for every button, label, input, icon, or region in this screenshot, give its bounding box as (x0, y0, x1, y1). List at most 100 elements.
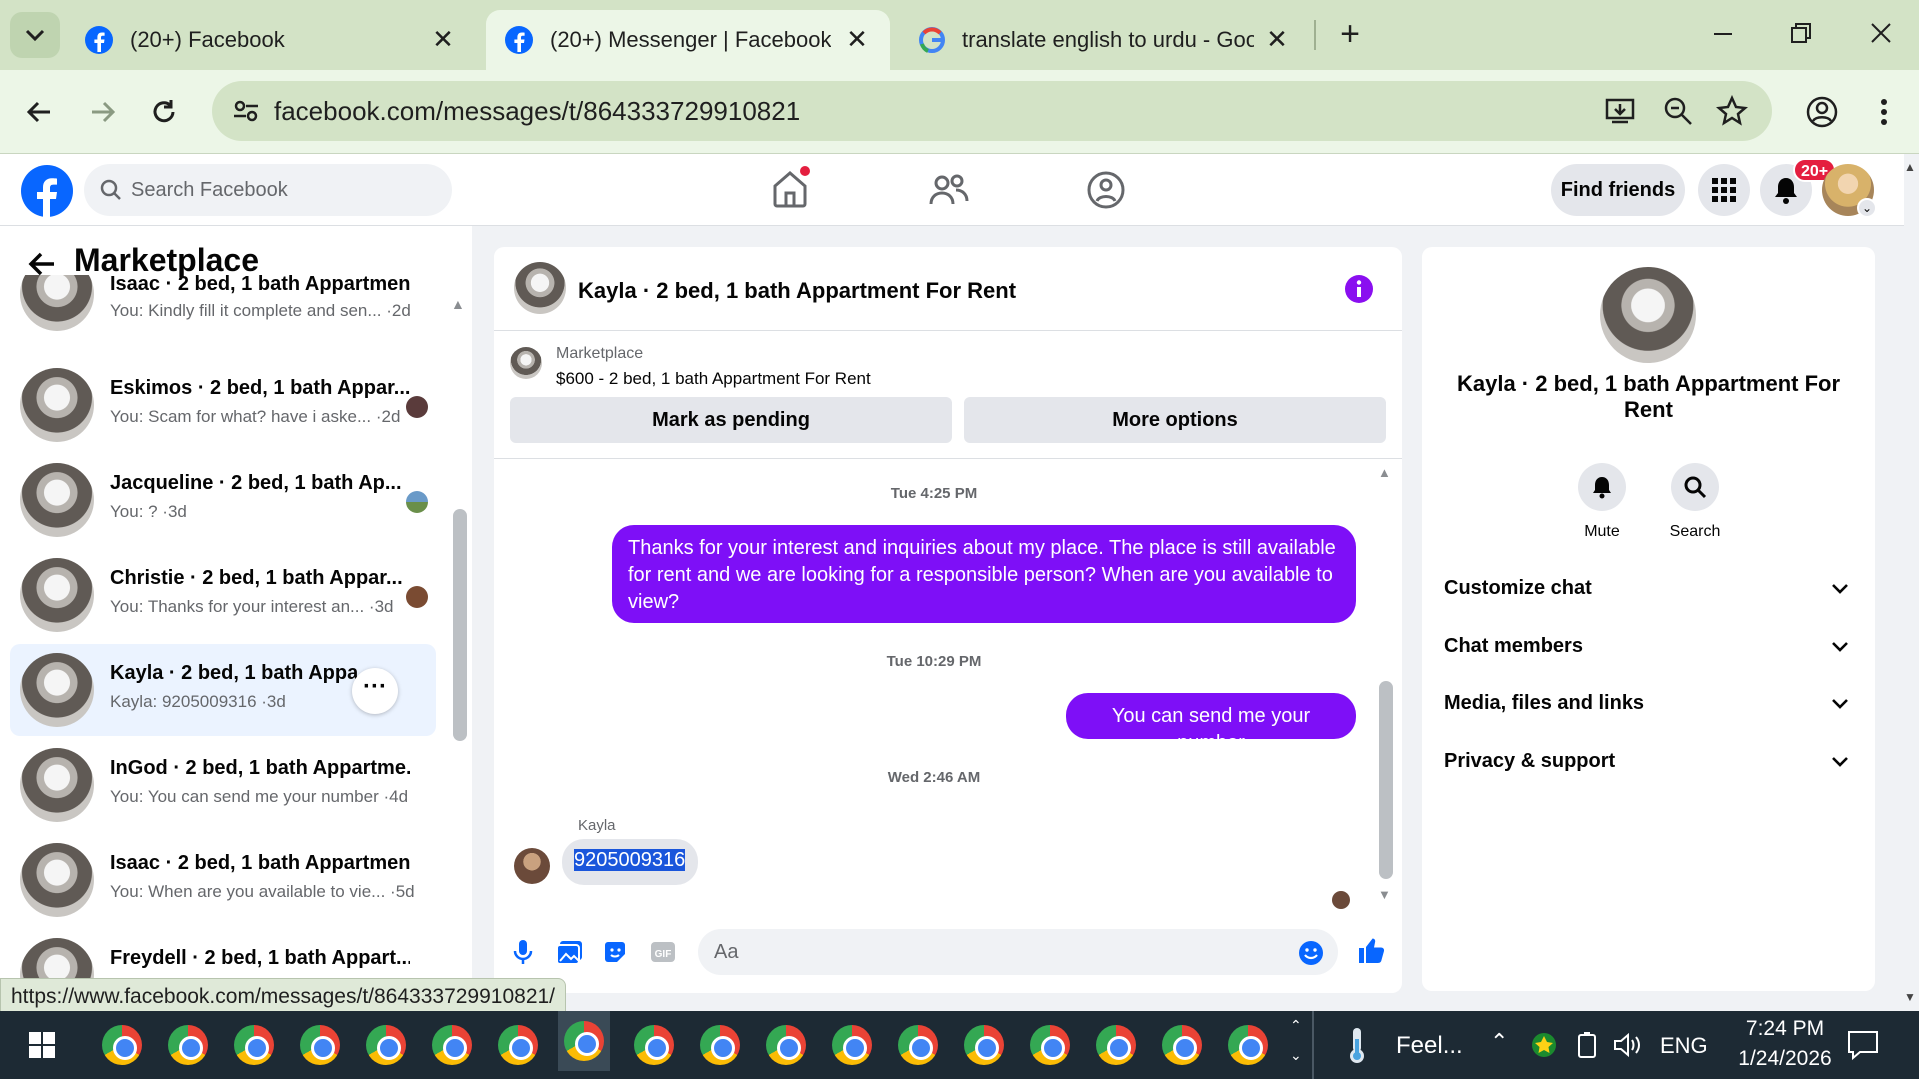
info-icon[interactable] (1344, 274, 1374, 304)
taskbar-chrome-7[interactable] (492, 1019, 544, 1071)
incoming-message-text[interactable]: 9205009316 (574, 849, 686, 871)
taskbar-chrome-4[interactable] (294, 1019, 346, 1071)
site-settings-icon[interactable] (232, 97, 260, 125)
clock-date[interactable]: 1/24/2026 (1720, 1047, 1850, 1071)
speaker-icon[interactable] (1612, 1031, 1642, 1059)
messages-scroll-down-icon[interactable]: ▼ (1378, 887, 1391, 902)
battery-icon[interactable] (1574, 1031, 1600, 1059)
new-tab-button[interactable]: + (1330, 14, 1370, 54)
customize-chat-section[interactable]: Customize chat (1444, 577, 1854, 600)
taskbar-chrome-6[interactable] (426, 1019, 478, 1071)
taskbar-chrome-2[interactable] (162, 1019, 214, 1071)
chat-header-avatar[interactable] (514, 262, 566, 314)
forward-button[interactable] (82, 92, 122, 132)
taskbar-chrome-3[interactable] (228, 1019, 280, 1071)
taskbar-chrome-18[interactable] (1222, 1019, 1274, 1071)
weather-text[interactable]: Feel... (1396, 1032, 1463, 1060)
menu-button[interactable] (1698, 164, 1750, 216)
tab-messenger[interactable]: (20+) Messenger | Facebook ✕ (486, 10, 890, 70)
facebook-logo-icon[interactable] (20, 164, 74, 218)
gif-icon[interactable]: GIF (650, 941, 676, 963)
find-friends-button[interactable]: Find friends (1551, 164, 1685, 216)
taskbar-chrome-5[interactable] (360, 1019, 412, 1071)
conversation-item[interactable]: Eskimos · 2 bed, 1 bath Appar... You: Sc… (10, 359, 436, 451)
listing-thumbnail[interactable] (510, 347, 542, 379)
emoji-icon[interactable] (1298, 940, 1324, 966)
thermometer-icon[interactable] (1340, 1025, 1376, 1065)
conversation-item[interactable]: Isaac · 2 bed, 1 bath Appartmen... You: … (10, 275, 436, 341)
chat-header-title[interactable]: Kayla · 2 bed, 1 bath Appartment For Ren… (578, 278, 1016, 304)
tab-close-icon[interactable]: ✕ (842, 24, 872, 54)
account-chevron-icon[interactable]: ⌄ (1857, 198, 1877, 218)
outgoing-message[interactable]: Thanks for your interest and inquiries a… (612, 525, 1356, 623)
taskbar-chrome-11[interactable] (760, 1019, 812, 1071)
list-scroll-up-icon[interactable]: ▲ (451, 296, 465, 312)
taskbar-chrome-10[interactable] (694, 1019, 746, 1071)
taskbar-overflow-up-icon[interactable]: ⌃ (1290, 1017, 1302, 1034)
photo-icon[interactable] (556, 939, 584, 965)
tab-facebook[interactable]: (20+) Facebook ✕ (66, 10, 476, 70)
conversation-item-selected[interactable]: Kayla · 2 bed, 1 bath Appart Kayla: 9205… (10, 644, 436, 736)
taskbar-chrome-14[interactable] (958, 1019, 1010, 1071)
sender-avatar[interactable] (514, 848, 550, 884)
incoming-message[interactable]: 9205009316 (562, 839, 698, 885)
chat-members-section[interactable]: Chat members (1444, 635, 1854, 658)
facebook-search-input[interactable]: Search Facebook (84, 164, 452, 216)
privacy-support-section[interactable]: Privacy & support (1444, 750, 1854, 773)
install-app-icon[interactable] (1604, 95, 1636, 127)
reload-button[interactable] (144, 92, 184, 132)
microphone-icon[interactable] (510, 937, 536, 967)
taskbar-chrome-15[interactable] (1024, 1019, 1076, 1071)
taskbar-chrome-1[interactable] (96, 1019, 148, 1071)
page-scroll-up-icon[interactable]: ▲ (1904, 160, 1918, 174)
conversation-options-button[interactable]: ··· (352, 668, 398, 714)
taskbar-chrome-active[interactable] (558, 1011, 610, 1071)
sticker-icon[interactable] (602, 939, 628, 965)
url-text[interactable]: facebook.com/messages/t/864333729910821 (274, 96, 800, 127)
language-indicator[interactable]: ENG (1660, 1033, 1708, 1059)
more-options-button[interactable]: More options (964, 397, 1386, 443)
outgoing-message[interactable]: You can send me your number (1066, 693, 1356, 754)
mute-button[interactable]: Mute (1574, 463, 1630, 541)
notification-center-icon[interactable] (1846, 1029, 1880, 1061)
messages-scroll-up-icon[interactable]: ▲ (1378, 465, 1391, 480)
tab-search-button[interactable] (10, 12, 60, 58)
conversation-item[interactable]: Isaac · 2 bed, 1 bath Appartmen... You: … (10, 834, 436, 926)
taskbar-overflow-down-icon[interactable]: ⌄ (1290, 1047, 1302, 1064)
page-scroll-down-icon[interactable]: ▼ (1904, 990, 1918, 1004)
kebab-menu-icon[interactable] (1870, 94, 1898, 130)
conversation-item[interactable]: Christie · 2 bed, 1 bath Appar... You: T… (10, 549, 436, 641)
bookmark-star-icon[interactable] (1716, 95, 1748, 127)
media-files-links-section[interactable]: Media, files and links (1444, 692, 1854, 715)
back-button[interactable] (20, 92, 60, 132)
minimize-button[interactable] (1708, 18, 1738, 48)
mark-as-pending-button[interactable]: Mark as pending (510, 397, 952, 443)
conversation-item[interactable]: Jacqueline · 2 bed, 1 bath Ap... You: ? … (10, 454, 436, 546)
tray-expand-icon[interactable]: ⌃ (1490, 1029, 1508, 1055)
clock-time[interactable]: 7:24 PM (1720, 1017, 1850, 1041)
tab-close-icon[interactable]: ✕ (1262, 24, 1292, 54)
nav-home[interactable] (770, 166, 810, 212)
zoom-icon[interactable] (1662, 95, 1694, 127)
tab-google[interactable]: translate english to urdu - Goog ✕ (900, 10, 1310, 70)
taskbar-chrome-16[interactable] (1090, 1019, 1142, 1071)
taskbar-chrome-12[interactable] (826, 1019, 878, 1071)
taskbar-chrome-17[interactable] (1156, 1019, 1208, 1071)
taskbar-chrome-13[interactable] (892, 1019, 944, 1071)
address-bar[interactable]: facebook.com/messages/t/864333729910821 (212, 81, 1772, 141)
nav-groups[interactable] (1085, 169, 1127, 211)
start-button[interactable] (16, 1019, 68, 1071)
restore-button[interactable] (1786, 18, 1816, 48)
messages-scrollbar-thumb[interactable] (1379, 681, 1393, 879)
tab-close-icon[interactable]: ✕ (428, 24, 458, 54)
conversation-item[interactable]: InGod · 2 bed, 1 bath Appartme... You: Y… (10, 739, 436, 831)
list-scrollbar-thumb[interactable] (453, 509, 467, 741)
search-in-chat-button[interactable]: Search (1658, 463, 1732, 541)
app-tray-icon[interactable] (1530, 1031, 1558, 1059)
info-avatar[interactable] (1600, 267, 1696, 363)
message-input[interactable]: Aa (698, 929, 1338, 975)
nav-friends[interactable] (928, 170, 970, 210)
taskbar-chrome-9[interactable] (628, 1019, 680, 1071)
thumbs-up-icon[interactable] (1356, 935, 1386, 965)
profile-icon[interactable] (1804, 94, 1840, 130)
